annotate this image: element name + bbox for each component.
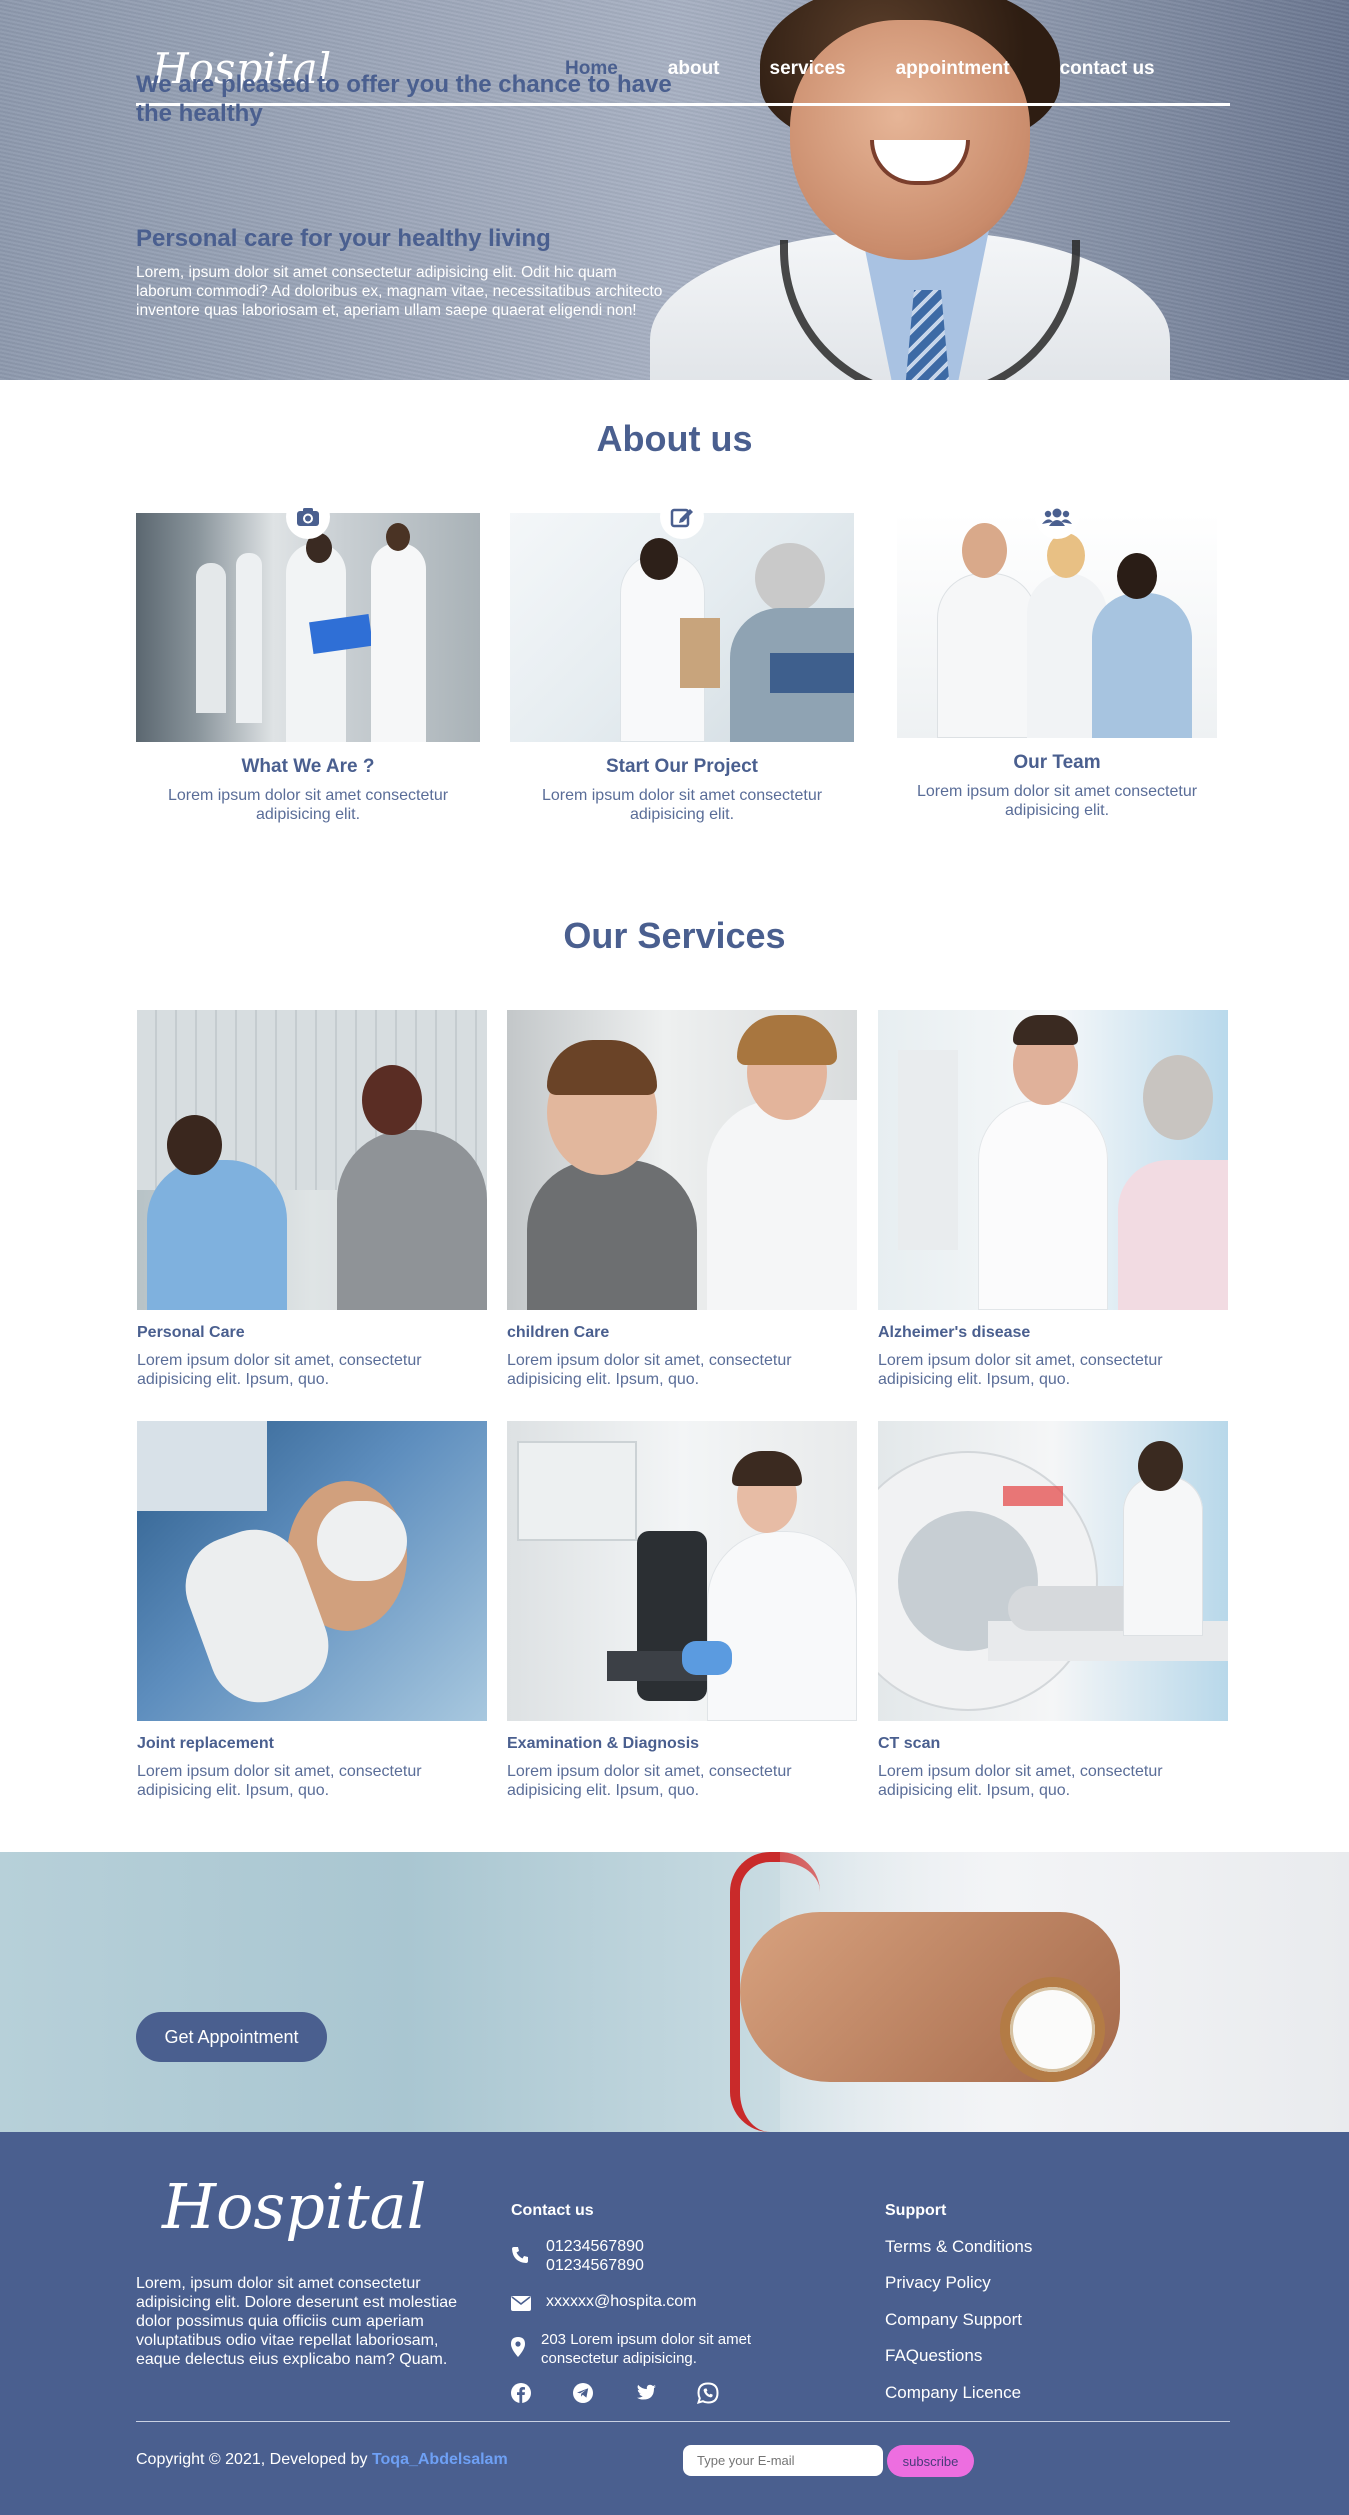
cta-banner (0, 1852, 1349, 2132)
about-card-project: Start Our Project Lorem ipsum dolor sit … (510, 495, 854, 824)
footer-logo[interactable]: Hospital (162, 2170, 426, 2243)
whatsapp-icon[interactable] (697, 2382, 719, 2404)
phone-number: 01234567890 (546, 2238, 644, 2255)
footer-about-text: Lorem, ipsum dolor sit amet consectetur … (136, 2275, 458, 2368)
support-link-terms[interactable]: Terms & Conditions (885, 2237, 1032, 2257)
nav-appointment[interactable]: appointment (896, 58, 1010, 80)
support-link-faq[interactable]: FAQuestions (885, 2346, 982, 2366)
phone-icon (511, 2246, 529, 2268)
support-link-company-support[interactable]: Company Support (885, 2310, 1022, 2330)
phone-number: 01234567890 (546, 2257, 644, 2274)
location-icon (511, 2337, 525, 2361)
service-image (137, 1010, 487, 1310)
nav-services[interactable]: services (770, 58, 846, 80)
about-card-what: What We Are ? Lorem ipsum dolor sit amet… (136, 495, 480, 824)
about-title: About us (596, 418, 753, 459)
get-appointment-button[interactable]: Get Appointment (136, 2012, 327, 2062)
service-card-examination[interactable]: Examination & Diagnosis Lorem ipsum dolo… (507, 1421, 857, 1800)
service-title: children Care (507, 1324, 610, 1341)
users-icon (1035, 495, 1079, 539)
service-image (878, 1010, 1228, 1310)
service-image (507, 1421, 857, 1721)
envelope-icon (511, 2296, 531, 2315)
hero-text: Lorem, ipsum dolor sit amet consectetur … (136, 264, 663, 319)
copyright: Copyright © 2021, Developed by Toqa_Abde… (136, 2451, 508, 2469)
telegram-icon[interactable] (572, 2382, 594, 2404)
service-title: Personal Care (137, 1324, 245, 1341)
service-card-personal-care[interactable]: Personal Care Lorem ipsum dolor sit amet… (137, 1010, 487, 1389)
facebook-icon[interactable] (510, 2382, 532, 2404)
support-link-licence[interactable]: Company Licence (885, 2383, 1021, 2403)
support-link-privacy[interactable]: Privacy Policy (885, 2273, 991, 2293)
about-heading: What We Are ? (241, 756, 375, 777)
camera-icon (286, 495, 330, 539)
service-text: Lorem ipsum dolor sit amet, consectetur … (137, 1352, 422, 1388)
service-card-ct-scan[interactable]: CT scan Lorem ipsum dolor sit amet, cons… (878, 1421, 1228, 1800)
service-title: Examination & Diagnosis (507, 1735, 700, 1752)
contact-address: 203 Lorem ipsum dolor sit amet consectet… (541, 2331, 752, 2367)
about-text: Lorem ipsum dolor sit amet consectetur a… (167, 787, 449, 823)
about-heading: Start Our Project (605, 756, 759, 777)
copyright-text: Copyright © 2021, Developed by (136, 2451, 368, 2468)
cta-title: We are pleased to offer you the chance t… (136, 71, 672, 127)
service-image (878, 1421, 1228, 1721)
service-text: Lorem ipsum dolor sit amet, consectetur … (507, 1352, 792, 1388)
service-text: Lorem ipsum dolor sit amet, consectetur … (137, 1763, 422, 1799)
service-card-alzheimers[interactable]: Alzheimer's disease Lorem ipsum dolor si… (878, 1010, 1228, 1389)
edit-icon (660, 495, 704, 539)
about-text: Lorem ipsum dolor sit amet consectetur a… (916, 783, 1198, 819)
about-text: Lorem ipsum dolor sit amet consectetur a… (541, 787, 823, 823)
services-title: Our Services (563, 915, 786, 956)
subscribe-email-input[interactable] (683, 2445, 883, 2476)
subscribe-button[interactable]: subscribe (887, 2445, 974, 2477)
contact-email[interactable]: xxxxxx@hospita.com (546, 2293, 697, 2311)
hero-title: Personal care for your healthy living (136, 225, 551, 252)
twitter-icon[interactable] (635, 2382, 657, 2404)
service-title: Alzheimer's disease (878, 1324, 1031, 1341)
service-card-children-care[interactable]: children Care Lorem ipsum dolor sit amet… (507, 1010, 857, 1389)
support-heading: Support (885, 2202, 947, 2219)
footer-divider (136, 2421, 1230, 2422)
about-image-team (897, 513, 1217, 738)
developer-link[interactable]: Toqa_Abdelsalam (372, 2451, 508, 2468)
service-text: Lorem ipsum dolor sit amet, consectetur … (878, 1763, 1163, 1799)
service-title: CT scan (878, 1735, 941, 1752)
service-text: Lorem ipsum dolor sit amet, consectetur … (878, 1352, 1163, 1388)
service-title: Joint replacement (137, 1735, 274, 1752)
service-card-joint-replacement[interactable]: Joint replacement Lorem ipsum dolor sit … (137, 1421, 487, 1800)
about-card-team: Our Team Lorem ipsum dolor sit amet cons… (897, 495, 1217, 820)
contact-heading: Contact us (511, 2202, 594, 2219)
about-image-what (136, 513, 480, 742)
service-image (507, 1010, 857, 1310)
about-image-project (510, 513, 854, 742)
service-image (137, 1421, 487, 1721)
nav-contact-us[interactable]: contact us (1060, 58, 1155, 80)
about-heading: Our Team (1013, 752, 1101, 773)
service-text: Lorem ipsum dolor sit amet, consectetur … (507, 1763, 792, 1799)
